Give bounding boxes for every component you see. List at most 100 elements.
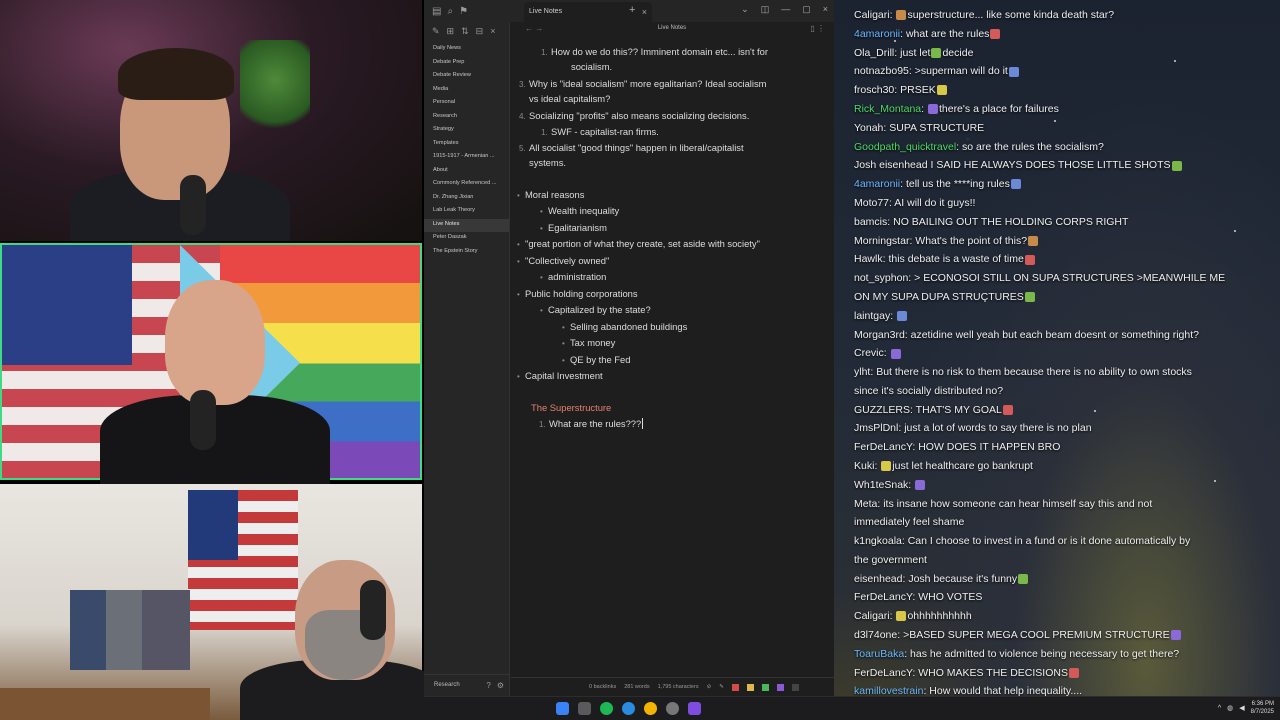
chat-username[interactable]: ylht — [854, 366, 870, 378]
sidebar-item[interactable]: Daily News — [424, 43, 509, 57]
sidebar-item[interactable]: Commonly Referenced ... — [424, 178, 509, 192]
sidebar-item[interactable]: The Epstein Story — [424, 246, 509, 260]
note-line[interactable]: socialism. — [571, 61, 612, 73]
close-icon[interactable]: × — [642, 7, 647, 17]
chat-username[interactable]: ToaruBaka — [854, 648, 904, 660]
layout-icon[interactable]: ◫ — [761, 4, 770, 15]
note-line[interactable]: Egalitarianism — [548, 222, 607, 234]
close-icon[interactable]: × — [490, 26, 495, 37]
search-icon[interactable]: ⌕ — [447, 6, 453, 17]
chat-username[interactable]: JmsPlDnl — [854, 422, 898, 434]
sort-icon[interactable]: ⇅ — [461, 26, 469, 37]
chat-username[interactable]: laintgay — [854, 310, 890, 322]
chat-username[interactable]: Rick_Montana — [854, 103, 921, 115]
sidebar-item[interactable]: Strategy — [424, 124, 509, 138]
sidebar-item[interactable]: About — [424, 165, 509, 179]
chat-username[interactable]: Ola_Drill — [854, 47, 894, 59]
chat-username[interactable]: Yonah — [854, 122, 883, 134]
chat-username[interactable]: FerDeLancY — [854, 591, 912, 603]
vault-switcher[interactable]: Research ? ⚙ — [424, 674, 510, 696]
new-note-icon[interactable]: ✎ — [432, 26, 440, 37]
back-forward-icon[interactable]: ← → — [525, 24, 543, 33]
collapse-icon[interactable]: ⊟ — [476, 26, 484, 37]
note-line[interactable]: SWF - capitalist-ran firms. — [551, 126, 659, 138]
chat-username[interactable]: Goodpath_quicktravel — [854, 141, 956, 153]
chat-username[interactable]: not_syphon — [854, 272, 908, 284]
sidebar-item[interactable]: Lab Leak Theory — [424, 205, 509, 219]
chat-username[interactable]: eisenhead — [854, 573, 902, 585]
new-folder-icon[interactable]: ⊞ — [447, 26, 455, 37]
volume-icon[interactable]: ◀ — [1239, 704, 1244, 712]
note-editor[interactable]: ← → Live Notes ▯ ⋮ 1. How do we do this??… — [511, 22, 833, 677]
spotify-icon[interactable] — [600, 702, 613, 715]
chat-username[interactable]: frosch30 — [854, 84, 894, 96]
new-tab-icon[interactable]: + — [629, 4, 635, 16]
chat-username[interactable]: GUZZLERS — [854, 404, 910, 416]
chat-username[interactable]: Kuki — [854, 460, 874, 472]
note-line[interactable]: systems. — [529, 157, 566, 169]
chat-username[interactable]: Caligari — [854, 610, 890, 622]
chat-username[interactable]: FerDeLancY — [854, 667, 912, 679]
maximize-icon[interactable]: ▢ — [802, 4, 811, 15]
chat-username[interactable]: kamillovestrain — [854, 685, 923, 696]
note-line[interactable]: Socializing "profits" also means sociali… — [529, 110, 749, 122]
sidebar-item[interactable]: 1915-1917 - Armenian ... — [424, 151, 509, 165]
sidebar-item[interactable]: Debate Review — [424, 70, 509, 84]
note-line[interactable]: vs ideal capitalism? — [529, 93, 610, 105]
help-icon[interactable]: ? — [486, 681, 490, 690]
note-line[interactable]: Capital Investment — [525, 370, 603, 382]
chat-username[interactable]: Wh1teSnak — [854, 479, 908, 491]
color-swatch[interactable] — [746, 683, 754, 691]
minimize-icon[interactable]: — — [781, 4, 790, 15]
pen-icon[interactable]: ✎ — [719, 684, 724, 690]
note-line[interactable]: All socialist "good things" happen in li… — [529, 142, 744, 154]
sidebar-item[interactable]: Templates — [424, 138, 509, 152]
settings-icon[interactable]: ⚙ — [497, 681, 504, 690]
note-line[interactable]: What are the rules??? — [549, 418, 644, 430]
sync-icon[interactable]: ⊘ — [707, 684, 712, 690]
chevron-down-icon[interactable]: ⌄ — [741, 4, 749, 15]
note-line[interactable]: Capitalized by the state? — [548, 304, 651, 316]
chrome-icon[interactable] — [644, 702, 657, 715]
chat-username[interactable]: k1ngkoala — [854, 535, 902, 547]
color-swatch[interactable] — [776, 683, 784, 691]
note-line[interactable]: "great portion of what they create, set … — [525, 238, 760, 250]
sidebar-item[interactable]: Peter Daszak — [424, 232, 509, 246]
app-icon[interactable] — [666, 702, 679, 715]
sidebar-item[interactable]: Research — [424, 111, 509, 125]
sidebar-item[interactable]: Debate Prep — [424, 57, 509, 71]
note-line[interactable]: Tax money — [570, 337, 615, 349]
chat-username[interactable]: Morningstar — [854, 235, 909, 247]
chevron-up-icon[interactable]: ^ — [1218, 705, 1221, 712]
note-line[interactable]: Selling abandoned buildings — [570, 321, 687, 333]
sidebar-item[interactable]: Media — [424, 84, 509, 98]
chat-username[interactable]: Morgan3rd — [854, 329, 905, 341]
note-line[interactable]: "Collectively owned" — [525, 255, 609, 267]
start-icon[interactable] — [556, 702, 569, 715]
chat-username[interactable]: bamcis — [854, 216, 887, 228]
note-line[interactable]: Moral reasons — [525, 189, 584, 201]
chat-username[interactable]: Meta — [854, 498, 877, 510]
chat-username[interactable]: notnazbo95 — [854, 65, 909, 77]
sidebar-toggle-icon[interactable]: ▤ — [432, 6, 441, 17]
color-swatch[interactable] — [761, 683, 769, 691]
note-line[interactable]: How do we do this?? Imminent domain etc.… — [551, 46, 768, 58]
color-swatch[interactable] — [731, 683, 739, 691]
bookmark-icon[interactable]: ⚑ — [459, 6, 468, 17]
obsidian-icon[interactable] — [688, 702, 701, 715]
note-line[interactable]: administration — [548, 271, 606, 283]
chat-username[interactable]: 4amaronii — [854, 28, 900, 40]
chat-username[interactable]: 4amaronii — [854, 178, 900, 190]
chat-username[interactable]: FerDeLancY — [854, 441, 912, 453]
task-view-icon[interactable] — [578, 702, 591, 715]
note-line[interactable]: QE by the Fed — [570, 354, 630, 366]
chat-username[interactable]: Hawlk — [854, 253, 883, 265]
chat-username[interactable]: Caligari — [854, 9, 890, 21]
note-line[interactable]: Public holding corporations — [525, 288, 638, 300]
network-icon[interactable]: ◍ — [1227, 704, 1233, 712]
chat-username[interactable]: d3l74one — [854, 629, 897, 641]
chat-username[interactable]: Josh — [854, 159, 876, 171]
chat-username[interactable]: Crevic — [854, 347, 884, 359]
sidebar-item[interactable]: Live Notes — [424, 218, 509, 232]
close-window-icon[interactable]: × — [823, 4, 828, 15]
